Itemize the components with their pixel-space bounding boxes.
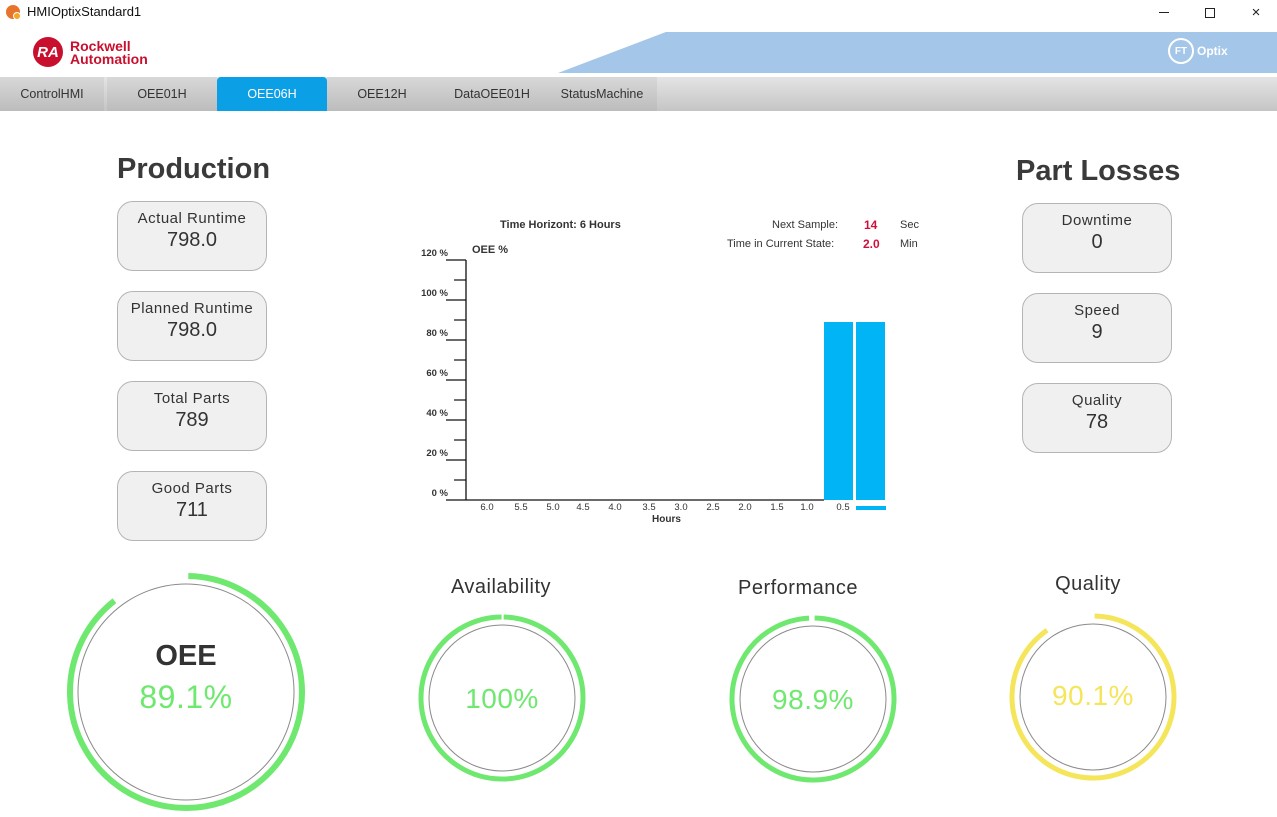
production-title: Production <box>117 153 271 185</box>
availability-gauge: 100% <box>417 613 587 783</box>
tab-controlhmi[interactable]: ControlHMI <box>0 77 104 111</box>
tab-oee01h[interactable]: OEE01H <box>107 77 217 111</box>
performance-title: Performance <box>738 577 858 599</box>
oee-gauge-title: OEE <box>155 640 217 672</box>
stat-label: Actual Runtime <box>137 210 247 227</box>
stat-value: 9 <box>1091 321 1103 343</box>
tab-oee06h[interactable]: OEE06H <box>217 77 327 111</box>
window-titlebar: HMIOptixStandard1 × <box>0 0 1277 25</box>
ft-optix-logo: FT Optix <box>1168 38 1228 64</box>
planned-runtime-box: Planned Runtime 798.0 <box>117 291 267 361</box>
minimize-icon <box>1159 12 1169 13</box>
rockwell-logo-text: Rockwell Automation <box>70 39 148 67</box>
stat-label: Quality <box>1071 392 1123 409</box>
minimize-button[interactable] <box>1141 0 1187 25</box>
oee-gauge-center: OEE 89.1% <box>66 640 306 716</box>
availability-title: Availability <box>450 576 552 598</box>
current-sample-indicator <box>856 506 886 510</box>
performance-gauge: 98.9% <box>728 614 898 784</box>
actual-runtime-box: Actual Runtime 798.0 <box>117 201 267 271</box>
stat-label: Planned Runtime <box>130 300 254 317</box>
stat-value: 789 <box>175 409 209 431</box>
stat-value: 711 <box>176 499 208 521</box>
stat-label: Speed <box>1074 302 1120 319</box>
bar <box>856 322 885 500</box>
oee-gauge-value: 89.1% <box>139 679 233 715</box>
tab-oee12h[interactable]: OEE12H <box>327 77 437 111</box>
stat-value: 78 <box>1085 411 1109 433</box>
tab-bar: ControlHMI OEE01H OEE06H OEE12H DataOEE0… <box>0 77 1277 111</box>
quality-gauge: 90.1% <box>1008 612 1178 782</box>
bar <box>824 322 853 500</box>
availability-gauge-value: 100% <box>465 683 539 714</box>
close-button[interactable]: × <box>1233 0 1277 25</box>
oee-bar-chart: Time Horizont: 6 Hours Next Sample: 14 S… <box>400 210 940 540</box>
stat-label: Total Parts <box>153 390 231 407</box>
total-parts-box: Total Parts 789 <box>117 381 267 451</box>
maximize-icon <box>1205 7 1215 18</box>
app-header: RA Rockwell Automation FT Optix <box>0 25 1277 77</box>
stat-value: 798.0 <box>166 229 218 251</box>
stat-value: 0 <box>1091 231 1103 253</box>
stat-label: Downtime <box>1061 212 1133 229</box>
part-losses-title: Part Losses <box>1016 155 1181 187</box>
quality-title: Quality <box>1055 573 1121 595</box>
performance-gauge-value: 98.9% <box>772 684 854 715</box>
quality-gauge-value: 90.1% <box>1052 680 1134 711</box>
maximize-button[interactable] <box>1187 0 1233 25</box>
product-name: Optix <box>1197 44 1228 58</box>
quality-loss-box: Quality 78 <box>1022 383 1172 453</box>
ft-logo-icon: FT <box>1168 38 1194 64</box>
performance-gauge-center: 98.9% <box>728 684 898 716</box>
window-title: HMIOptixStandard1 <box>27 4 142 19</box>
speed-box: Speed 9 <box>1022 293 1172 363</box>
tab-statusmachine[interactable]: StatusMachine <box>547 77 657 111</box>
downtime-box: Downtime 0 <box>1022 203 1172 273</box>
close-icon: × <box>1251 4 1261 21</box>
brand-line2: Automation <box>70 51 148 67</box>
good-parts-box: Good Parts 711 <box>117 471 267 541</box>
stat-label: Good Parts <box>151 480 233 497</box>
tab-dataoee01h[interactable]: DataOEE01H <box>437 77 547 111</box>
stat-value: 798.0 <box>166 319 218 341</box>
app-icon <box>6 5 21 20</box>
chart-plot-area <box>446 259 886 510</box>
quality-gauge-center: 90.1% <box>1008 680 1178 712</box>
oee-gauge: OEE 89.1% <box>66 572 306 812</box>
rockwell-logo-icon: RA <box>33 37 63 67</box>
availability-gauge-center: 100% <box>417 683 587 715</box>
